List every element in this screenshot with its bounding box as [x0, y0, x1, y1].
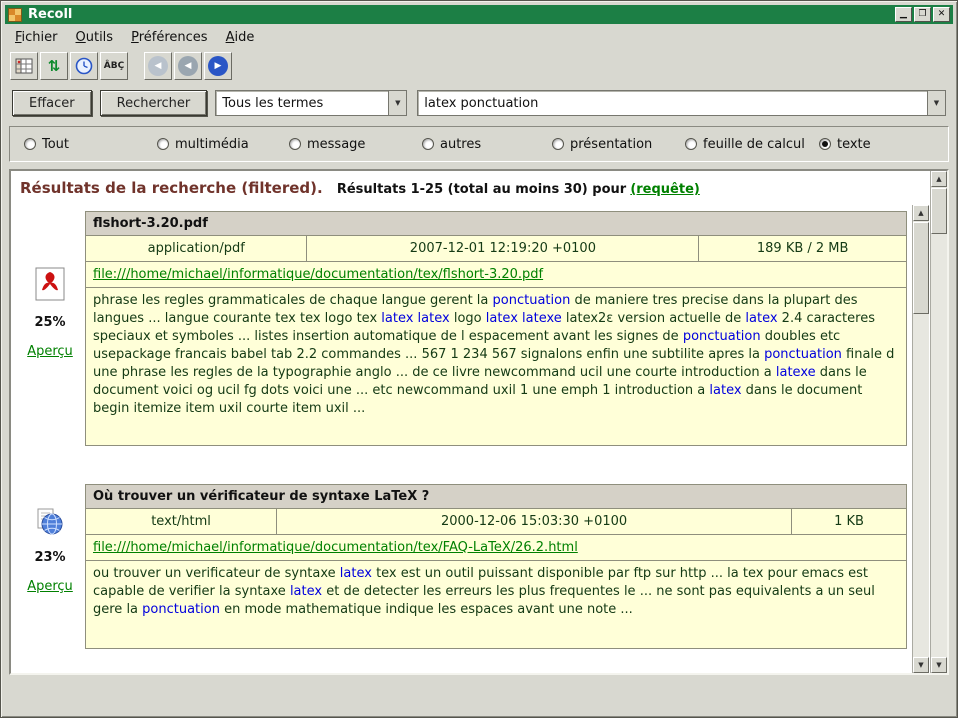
- search-mode-select[interactable]: Tous les termes ▼: [215, 90, 407, 116]
- nav-forward-button[interactable]: ▶: [204, 52, 232, 80]
- nav-first-button[interactable]: ◀: [144, 52, 172, 80]
- history-button[interactable]: [70, 52, 98, 80]
- filter-label: autres: [440, 137, 481, 152]
- scroll-down-icon[interactable]: ▼: [931, 657, 947, 673]
- radio-icon[interactable]: [685, 138, 697, 150]
- toolbar-separator: [130, 52, 144, 80]
- scrollbar-thumb[interactable]: [913, 222, 929, 314]
- filter-label: texte: [837, 137, 871, 152]
- outer-scrollbar[interactable]: ▲ ▼: [930, 171, 947, 673]
- results-list: Résultats de la recherche (filtered). Ré…: [11, 171, 911, 673]
- html-document-icon: [36, 508, 64, 536]
- filter-label: message: [307, 137, 365, 152]
- filter-tout[interactable]: Tout: [24, 137, 157, 152]
- clear-button[interactable]: Effacer: [12, 90, 92, 116]
- result-size: 189 KB / 2 MB: [699, 236, 907, 262]
- filter-multimedia[interactable]: multimédia: [157, 137, 289, 152]
- radio-icon[interactable]: [24, 138, 36, 150]
- preview-link[interactable]: Aperçu: [27, 344, 73, 359]
- result-size: 1 KB: [792, 509, 907, 535]
- menu-outils[interactable]: Outils: [67, 28, 123, 47]
- filter-message[interactable]: message: [289, 137, 422, 152]
- scroll-up-icon[interactable]: ▲: [913, 205, 929, 221]
- clear-table-icon: [15, 58, 33, 74]
- menu-aide[interactable]: Aide: [217, 28, 264, 47]
- result-abstract: phrase les regles grammaticales de chaqu…: [86, 288, 907, 446]
- results-title: Résultats de la recherche (filtered).: [20, 179, 323, 197]
- toolbar: ⇅ ÂBÇ ◀ ◀ ▶: [10, 51, 234, 81]
- term-explorer-button[interactable]: ÂBÇ: [100, 52, 128, 80]
- result-abstract: ou trouver un verificateur de syntaxe la…: [86, 561, 907, 649]
- nav-forward-icon: ▶: [208, 56, 228, 76]
- results-header: Résultats de la recherche (filtered). Ré…: [11, 171, 911, 199]
- result-url-link[interactable]: file:///home/michael/informatique/docume…: [93, 267, 543, 282]
- filter-label: feuille de calcul: [703, 137, 805, 152]
- titlebar[interactable]: Recoll ▁ ❐ ✕: [5, 5, 953, 24]
- search-input[interactable]: [418, 91, 927, 115]
- nav-first-icon: ◀: [148, 56, 168, 76]
- menu-preferences[interactable]: Préférences: [122, 28, 216, 47]
- close-button[interactable]: ✕: [933, 7, 950, 22]
- menubar: Fichier Outils Préférences Aide: [6, 27, 952, 48]
- scroll-down-icon[interactable]: ▼: [913, 657, 929, 673]
- filter-texte[interactable]: texte: [819, 137, 934, 152]
- minimize-button[interactable]: ▁: [895, 7, 912, 22]
- result-item: 25% Aperçu flshort-3.20.pdf application/…: [15, 211, 909, 446]
- result-side-panel: 25% Aperçu: [15, 211, 85, 446]
- search-row: Effacer Rechercher Tous les termes ▼ ▼: [12, 90, 946, 116]
- filter-label: multimédia: [175, 137, 249, 152]
- nav-back-button[interactable]: ◀: [174, 52, 202, 80]
- filter-presentation[interactable]: présentation: [552, 137, 685, 152]
- result-table: Où trouver un vérificateur de syntaxe La…: [85, 484, 907, 649]
- radio-icon[interactable]: [819, 138, 831, 150]
- category-filter-frame: Tout multimédia message autres présentat…: [9, 126, 949, 162]
- radio-icon[interactable]: [289, 138, 301, 150]
- radio-icon[interactable]: [552, 138, 564, 150]
- result-date: 2007-12-01 12:19:20 +0100: [307, 236, 699, 262]
- relevance-percent: 25%: [34, 315, 65, 330]
- result-date: 2000-12-06 15:03:30 +0100: [277, 509, 792, 535]
- clock-icon: [75, 57, 93, 75]
- result-side-panel: 23% Aperçu: [15, 484, 85, 649]
- clear-search-button[interactable]: [10, 52, 38, 80]
- result-mime: text/html: [86, 509, 277, 535]
- result-item: 23% Aperçu Où trouver un vérificateur de…: [15, 484, 909, 649]
- pdf-document-icon: [35, 267, 65, 301]
- menu-fichier[interactable]: Fichier: [6, 28, 67, 47]
- radio-icon[interactable]: [422, 138, 434, 150]
- scroll-up-icon[interactable]: ▲: [931, 171, 947, 187]
- query-combobox: ▼: [417, 90, 946, 116]
- search-mode-value: Tous les termes: [216, 91, 388, 115]
- result-title: flshort-3.20.pdf: [86, 212, 907, 236]
- sort-arrows-icon: ⇅: [48, 57, 61, 75]
- result-table: flshort-3.20.pdf application/pdf 2007-12…: [85, 211, 907, 446]
- app-window: Recoll ▁ ❐ ✕ Fichier Outils Préférences …: [0, 0, 958, 718]
- term-explorer-icon: ÂBÇ: [104, 61, 124, 71]
- result-url-link[interactable]: file:///home/michael/informatique/docume…: [93, 540, 578, 555]
- app-icon: [8, 8, 22, 22]
- filter-feuille-de-calcul[interactable]: feuille de calcul: [685, 137, 819, 152]
- nav-back-icon: ◀: [178, 56, 198, 76]
- filter-autres[interactable]: autres: [422, 137, 552, 152]
- inner-scrollbar[interactable]: ▲ ▼: [912, 205, 929, 673]
- result-mime: application/pdf: [86, 236, 307, 262]
- sort-button[interactable]: ⇅: [40, 52, 68, 80]
- chevron-down-icon[interactable]: ▼: [388, 91, 406, 115]
- filter-label: présentation: [570, 137, 652, 152]
- relevance-percent: 23%: [34, 550, 65, 565]
- result-title: Où trouver un vérificateur de syntaxe La…: [86, 485, 907, 509]
- results-frame: Résultats de la recherche (filtered). Ré…: [9, 169, 949, 675]
- window-title: Recoll: [28, 7, 893, 22]
- radio-icon[interactable]: [157, 138, 169, 150]
- chevron-down-icon[interactable]: ▼: [927, 91, 945, 115]
- maximize-button[interactable]: ❐: [914, 7, 931, 22]
- preview-link[interactable]: Aperçu: [27, 579, 73, 594]
- query-link[interactable]: (requête): [630, 182, 700, 197]
- scrollbar-thumb[interactable]: [931, 188, 947, 234]
- results-summary: Résultats 1-25 (total au moins 30) pour: [337, 182, 626, 197]
- filter-label: Tout: [42, 137, 69, 152]
- search-button[interactable]: Rechercher: [100, 90, 208, 116]
